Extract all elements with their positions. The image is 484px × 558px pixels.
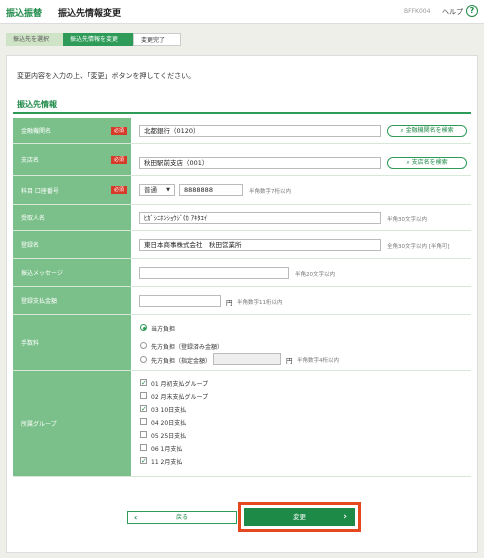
fee-option-ours: 当方負担 <box>151 326 176 333</box>
groups-label: 所属グループ <box>13 371 131 476</box>
help-link[interactable]: ヘルプ <box>442 7 463 17</box>
row-message: 振込メッセージ 半角20文字以内 <box>13 259 471 287</box>
header: 振込振替 振込先情報変更 BFFK004 ヘルプ ? <box>0 0 484 24</box>
bank-field[interactable]: 北都銀行（0120） <box>139 125 381 137</box>
recipient-field[interactable]: ﾋｶﾞｼﾆﾎﾝｼｮｳｼﾞ(ｶ ｱｷﾀｴｲ <box>139 212 381 224</box>
fee-amount-field[interactable] <box>213 353 281 365</box>
bank-label: 金融機関名 必須 <box>13 118 131 143</box>
row-account: 科目 口座番号 必須 普通 ▼ 8888888 半角数字7桁以内 <box>13 176 471 205</box>
row-bank: 金融機関名 必須 北都銀行（0120） ⌕ 金融機関名を検索 <box>13 118 471 144</box>
group-checkbox-01[interactable]: ✓ <box>140 379 147 387</box>
screen-id: BFFK004 <box>404 8 431 15</box>
bank-search-button[interactable]: ⌕ 金融機関名を検索 <box>387 125 467 137</box>
required-badge: 必須 <box>110 155 127 164</box>
group-checkbox-03[interactable]: ✓ <box>140 405 147 413</box>
recipient-label: 受取人名 <box>13 205 131 230</box>
group-checkbox-04[interactable] <box>140 418 147 425</box>
chevron-right-icon: › <box>343 512 347 522</box>
fee-option-specified: 先方負担（指定金額） <box>151 358 212 365</box>
help-icon[interactable]: ? <box>466 5 478 17</box>
step-complete: 変更完了 <box>133 33 181 46</box>
back-button[interactable]: ‹ 戻る <box>127 511 237 524</box>
step-edit-payee: 振込先情報を変更 <box>63 33 133 46</box>
registered-name-hint: 全角30文字以内 [半角可] <box>387 244 450 250</box>
group-checkbox-05[interactable] <box>140 431 147 438</box>
payment-amount-label: 登録支払金額 <box>13 287 131 314</box>
group-label-11: 11 2月支払 <box>151 459 183 466</box>
group-label-05: 05 25日支払 <box>151 433 187 440</box>
row-recipient: 受取人名 ﾋｶﾞｼﾆﾎﾝｼｮｳｼﾞ(ｶ ｱｷﾀｴｲ 半角30文字以内 <box>13 205 471 231</box>
page-title: 振込先情報変更 <box>58 9 122 19</box>
chevron-down-icon: ▼ <box>166 187 170 193</box>
payment-amount-field[interactable] <box>139 295 221 307</box>
fee-radio-registered[interactable] <box>140 342 147 349</box>
row-groups: 所属グループ ✓ 01 月初支払グループ 02 月末支払グループ ✓ 03 10… <box>13 371 471 477</box>
app-name[interactable]: 振込振替 <box>6 6 42 19</box>
submit-highlight: 変更 › <box>238 502 361 532</box>
main-panel: 変更内容を入力の上、「変更」ボタンを押してください。 振込先情報 金融機関名 必須… <box>6 55 478 553</box>
section-title: 振込先情報 <box>17 100 57 109</box>
account-type-select[interactable]: 普通 ▼ <box>139 184 175 196</box>
group-label-03: 03 10日支払 <box>151 407 187 414</box>
group-label-01: 01 月初支払グループ <box>151 381 209 388</box>
group-checkbox-06[interactable] <box>140 444 147 451</box>
chevron-left-icon: ‹ <box>134 513 138 522</box>
fee-option-registered: 先方負担（登録済み金額） <box>151 344 224 351</box>
payment-amount-unit: 円 <box>226 299 233 307</box>
fee-amount-hint: 半角数字4桁以内 <box>297 358 339 364</box>
row-fee: 手数料 当方負担 先方負担（登録済み金額） 先方負担（指定金額） 円 半角数字4… <box>13 315 471 371</box>
section-divider <box>13 112 471 114</box>
step-select-payee: 振込先を選択 <box>6 33 63 46</box>
required-badge: 必須 <box>110 186 127 194</box>
account-label: 科目 口座番号 必須 <box>13 176 131 204</box>
instruction-text: 変更内容を入力の上、「変更」ボタンを押してください。 <box>17 72 196 80</box>
branch-field[interactable]: 秋田駅前支店（001） <box>139 157 381 169</box>
recipient-hint: 半角30文字以内 <box>387 217 427 223</box>
fee-label: 手数料 <box>13 315 131 370</box>
row-payment-amount: 登録支払金額 円 半角数字11桁以内 <box>13 287 471 315</box>
message-field[interactable] <box>139 267 289 279</box>
branch-search-button[interactable]: ⌕ 支店名を検索 <box>387 157 467 169</box>
registered-name-label: 登録名 <box>13 231 131 258</box>
message-hint: 半角20文字以内 <box>295 272 335 278</box>
account-hint: 半角数字7桁以内 <box>249 189 291 195</box>
fee-radio-specified[interactable] <box>140 356 147 363</box>
submit-button[interactable]: 変更 › <box>244 508 355 526</box>
registered-name-field[interactable]: 東日本商事株式会社 秋田営業所 <box>139 239 381 251</box>
fee-amount-unit: 円 <box>286 357 293 365</box>
row-registered-name: 登録名 東日本商事株式会社 秋田営業所 全角30文字以内 [半角可] <box>13 231 471 259</box>
group-label-02: 02 月末支払グループ <box>151 394 209 401</box>
required-badge: 必須 <box>110 126 127 135</box>
group-checkbox-02[interactable] <box>140 392 147 399</box>
branch-label: 支店名 必須 <box>13 144 131 175</box>
group-label-04: 04 20日支払 <box>151 420 187 427</box>
group-checkbox-11[interactable]: ✓ <box>140 457 147 465</box>
message-label: 振込メッセージ <box>13 259 131 286</box>
group-label-06: 06 1月支払 <box>151 446 183 453</box>
row-branch: 支店名 必須 秋田駅前支店（001） ⌕ 支店名を検索 <box>13 144 471 176</box>
account-number-field[interactable]: 8888888 <box>179 184 243 196</box>
payment-amount-hint: 半角数字11桁以内 <box>237 300 283 306</box>
fee-radio-ours[interactable] <box>140 324 147 331</box>
